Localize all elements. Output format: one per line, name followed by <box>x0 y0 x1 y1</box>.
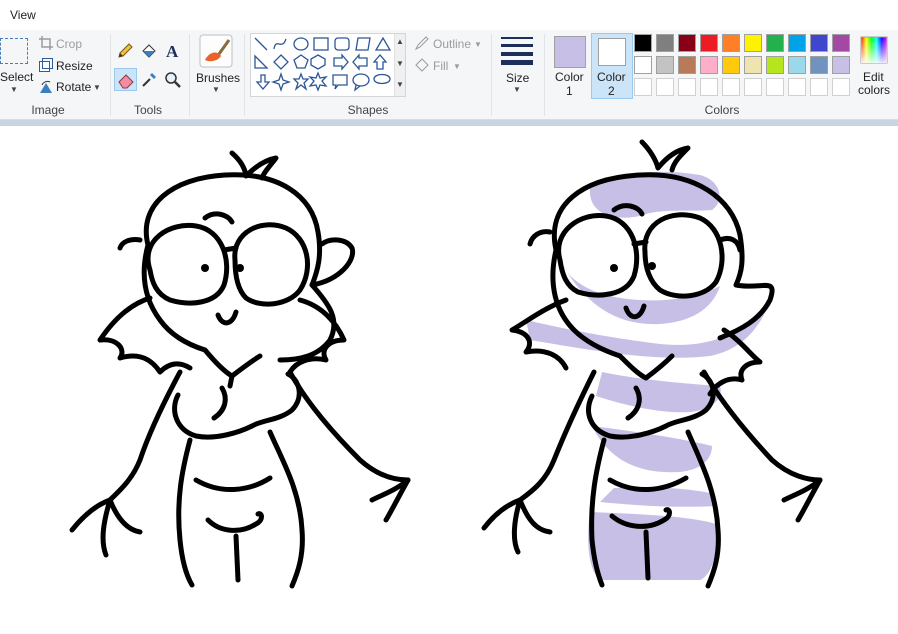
color1-swatch[interactable] <box>554 36 586 68</box>
crop-button[interactable]: Crop <box>56 37 82 51</box>
outline-button[interactable]: Outline <box>433 37 471 51</box>
palette-color-swatch[interactable] <box>788 34 806 52</box>
svg-text:A: A <box>166 42 179 60</box>
drawing <box>69 139 823 589</box>
palette-custom-slot[interactable] <box>700 78 718 96</box>
brushes-icon[interactable] <box>199 34 233 68</box>
palette-color-swatch[interactable] <box>656 34 674 52</box>
size-button[interactable]: Size <box>506 71 529 85</box>
left-figure <box>69 150 411 589</box>
palette-color-swatch[interactable] <box>722 34 740 52</box>
color2-number[interactable]: 2 <box>608 84 615 98</box>
resize-icon <box>39 58 53 72</box>
palette-color-swatch[interactable] <box>656 56 674 74</box>
outline-icon <box>414 36 429 51</box>
separator <box>491 34 492 116</box>
ribbon: Select ▼ Crop Resize Rotate ▼ Image A To… <box>0 30 898 120</box>
size-icon[interactable] <box>500 35 534 65</box>
crop-icon <box>39 36 53 50</box>
menu-view[interactable]: View <box>10 8 36 22</box>
separator <box>189 34 190 116</box>
edit-colors-icon[interactable] <box>860 36 888 64</box>
brushes-button[interactable]: Brushes <box>196 71 240 85</box>
size-dropdown-icon[interactable]: ▼ <box>513 85 521 94</box>
palette-color-swatch[interactable] <box>810 56 828 74</box>
palette-color-swatch[interactable] <box>678 56 696 74</box>
edit-colors-label-1[interactable]: Edit <box>863 70 884 84</box>
palette-color-swatch[interactable] <box>766 34 784 52</box>
palette-color-swatch[interactable] <box>744 34 762 52</box>
palette-custom-slot[interactable] <box>810 78 828 96</box>
menu-bar: View <box>0 0 898 30</box>
pencil-icon[interactable] <box>116 42 134 60</box>
text-icon[interactable]: A <box>164 42 182 60</box>
palette-color-swatch[interactable] <box>700 56 718 74</box>
palette-color-swatch[interactable] <box>788 56 806 74</box>
shapes-expand-icon[interactable]: ▼ <box>396 80 404 89</box>
palette-color-swatch[interactable] <box>700 34 718 52</box>
edit-colors-label-2[interactable]: colors <box>858 83 890 97</box>
palette-color-swatch[interactable] <box>810 34 828 52</box>
fill-button[interactable]: Fill <box>433 59 448 73</box>
separator <box>244 34 245 116</box>
palette-custom-slot[interactable] <box>832 78 850 96</box>
magnifier-icon[interactable] <box>164 71 182 89</box>
palette-color-swatch[interactable] <box>722 56 740 74</box>
rotate-button[interactable]: Rotate <box>56 80 91 94</box>
shapes-scroll-up-icon[interactable]: ▲ <box>396 37 404 46</box>
palette-custom-slot[interactable] <box>788 78 806 96</box>
palette-color-swatch[interactable] <box>766 56 784 74</box>
right-figure <box>481 139 823 589</box>
color-picker-icon[interactable] <box>140 71 158 89</box>
tools-group-label: Tools <box>133 103 162 117</box>
palette-color-swatch[interactable] <box>678 34 696 52</box>
fill-icon <box>415 58 429 72</box>
color2-label[interactable]: Color <box>597 70 626 84</box>
eraser-icon[interactable] <box>117 71 135 89</box>
shapes-group-label: Shapes <box>347 103 389 117</box>
palette-color-swatch[interactable] <box>634 56 652 74</box>
color1-number[interactable]: 1 <box>566 84 573 98</box>
shapes-gallery-icons[interactable] <box>252 35 392 95</box>
select-button[interactable]: Select <box>0 70 33 84</box>
fill-bucket-icon[interactable] <box>140 42 158 60</box>
palette-custom-slot[interactable] <box>722 78 740 96</box>
separator <box>110 34 111 116</box>
palette-color-swatch[interactable] <box>832 34 850 52</box>
shapes-scroll-down-icon[interactable]: ▼ <box>396 59 404 68</box>
palette-color-swatch[interactable] <box>744 56 762 74</box>
color1-label[interactable]: Color <box>555 70 584 84</box>
select-dropdown-icon[interactable]: ▼ <box>10 85 18 94</box>
resize-button[interactable]: Resize <box>56 59 93 73</box>
palette-custom-slot[interactable] <box>744 78 762 96</box>
separator <box>544 34 545 116</box>
color2-swatch[interactable] <box>598 38 626 66</box>
rotate-icon <box>40 80 52 93</box>
brushes-dropdown-icon[interactable]: ▼ <box>212 85 220 94</box>
image-group-label: Image <box>31 103 65 117</box>
palette-custom-slot[interactable] <box>678 78 696 96</box>
drawing-canvas[interactable] <box>0 126 898 634</box>
palette-custom-slot[interactable] <box>766 78 784 96</box>
palette-color-swatch[interactable] <box>634 34 652 52</box>
colors-group-label: Colors <box>704 103 740 117</box>
palette-color-swatch[interactable] <box>832 56 850 74</box>
rotate-dropdown-icon[interactable]: ▼ <box>93 83 101 92</box>
select-icon[interactable] <box>0 38 28 64</box>
outline-dropdown-icon[interactable]: ▼ <box>474 40 482 49</box>
palette-custom-slot[interactable] <box>656 78 674 96</box>
fill-dropdown-icon[interactable]: ▼ <box>453 62 461 71</box>
palette-custom-slot[interactable] <box>634 78 652 96</box>
